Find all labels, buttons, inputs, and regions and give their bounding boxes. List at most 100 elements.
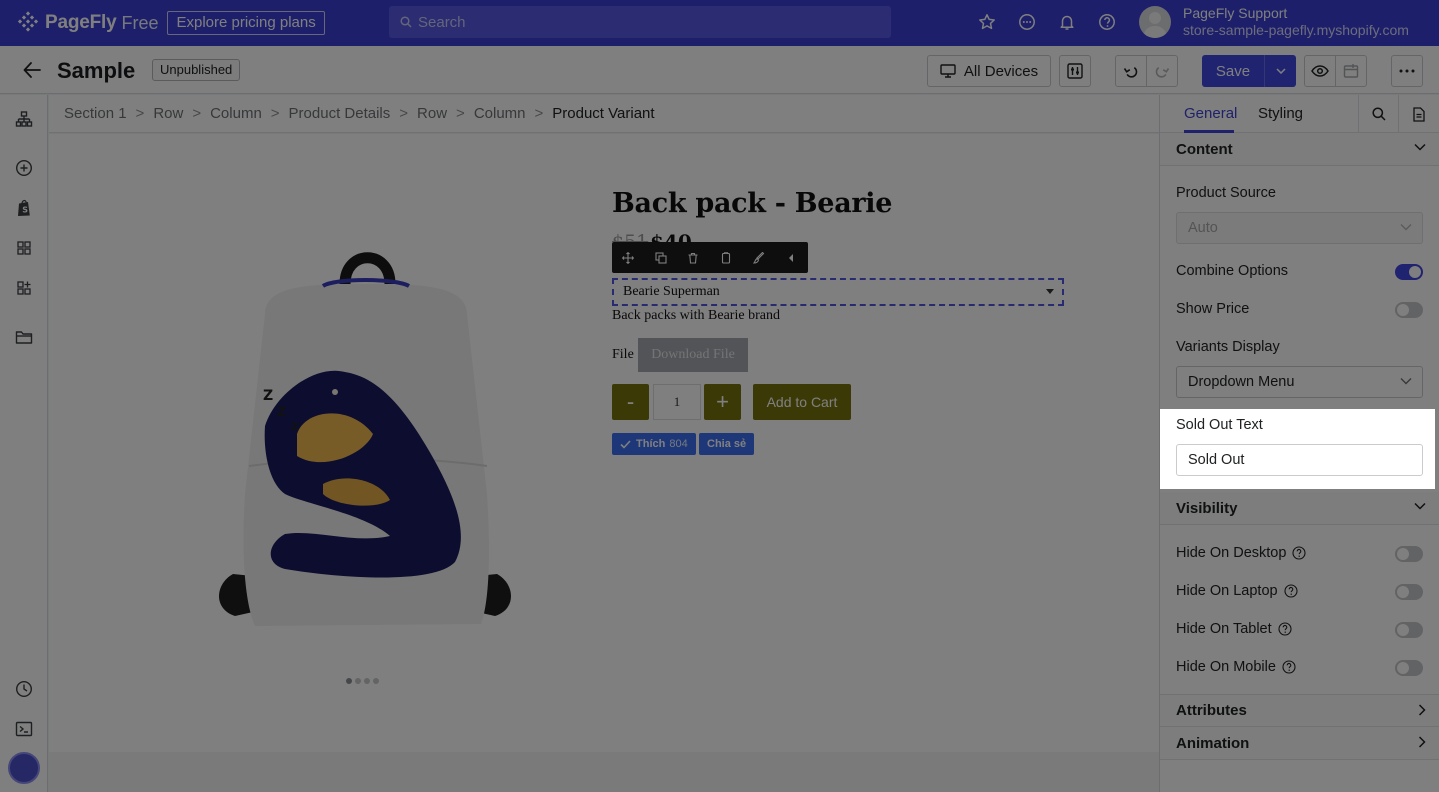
- chat-icon[interactable]: [1016, 11, 1038, 33]
- hide-on-tablet-text: Hide On Tablet: [1176, 621, 1272, 637]
- attributes-heading: Attributes: [1176, 702, 1247, 719]
- image-carousel-dots[interactable]: [346, 678, 379, 684]
- all-devices-button[interactable]: All Devices: [927, 55, 1051, 87]
- delete-icon[interactable]: [677, 242, 710, 273]
- shopify-icon[interactable]: S: [14, 198, 34, 218]
- apps-icon[interactable]: [14, 278, 34, 298]
- breadcrumb-separator: >: [270, 105, 280, 122]
- tab-general[interactable]: General: [1184, 105, 1237, 122]
- sections-grid-icon[interactable]: [14, 238, 34, 258]
- add-to-cart-button[interactable]: Add to Cart: [753, 384, 851, 420]
- publish-button[interactable]: [1335, 55, 1367, 87]
- attributes-section-header[interactable]: Attributes: [1160, 694, 1439, 727]
- breadcrumb-item[interactable]: Section 1: [64, 105, 127, 122]
- like-count: 804: [669, 438, 688, 450]
- breadcrumb-item[interactable]: Row: [153, 105, 183, 122]
- plan-name: Free: [121, 12, 159, 33]
- carousel-dot[interactable]: [346, 678, 352, 684]
- carousel-dot[interactable]: [373, 678, 379, 684]
- animation-section-header[interactable]: Animation: [1160, 727, 1439, 760]
- panel-tabs: General Styling: [1160, 95, 1439, 133]
- product-image[interactable]: Z Z Z: [205, 244, 525, 636]
- terminal-icon[interactable]: [14, 719, 34, 739]
- variants-display-select[interactable]: Dropdown Menu: [1176, 366, 1423, 398]
- search-icon: [1371, 107, 1386, 121]
- hide-on-desktop-label: Hide On Desktop: [1176, 545, 1306, 561]
- user-menu[interactable]: PageFly Support store-sample-pagefly.mys…: [1139, 5, 1409, 39]
- star-icon[interactable]: [976, 11, 998, 33]
- quantity-decrease-button[interactable]: -: [612, 384, 649, 420]
- save-button[interactable]: Save: [1202, 55, 1264, 87]
- help-circle-icon[interactable]: [1278, 622, 1292, 636]
- duplicate-icon[interactable]: [645, 242, 678, 273]
- desktop-icon: [940, 64, 956, 78]
- quantity-input[interactable]: 1: [653, 384, 701, 420]
- account-avatar[interactable]: [8, 752, 40, 784]
- more-options-button[interactable]: [1391, 55, 1423, 87]
- hide-on-laptop-toggle[interactable]: [1395, 584, 1423, 600]
- sliders-icon: [1067, 63, 1083, 79]
- carousel-dot[interactable]: [364, 678, 370, 684]
- bell-icon[interactable]: [1056, 11, 1078, 33]
- product-description[interactable]: Back packs with Bearie brand: [612, 308, 780, 324]
- breadcrumb-item[interactable]: Column: [210, 105, 262, 122]
- history-clock-icon[interactable]: [14, 679, 34, 699]
- explore-pricing-button[interactable]: Explore pricing plans: [167, 11, 325, 35]
- variant-selected: Bearie Superman: [623, 284, 720, 299]
- eye-icon: [1311, 65, 1329, 77]
- chevron-down-icon: [1414, 502, 1426, 510]
- search-placeholder: Search: [418, 13, 466, 31]
- facebook-share-button[interactable]: Chia sẻ: [699, 433, 755, 455]
- copy-icon[interactable]: [710, 242, 743, 273]
- page-title[interactable]: Sample: [57, 58, 135, 84]
- combine-options-toggle[interactable]: [1395, 264, 1423, 280]
- pagefly-logo[interactable]: PageFly Free: [16, 11, 158, 35]
- help-circle-icon[interactable]: [1292, 546, 1306, 560]
- more-horizontal-icon: [1399, 69, 1415, 73]
- folder-icon[interactable]: [14, 327, 34, 347]
- help-circle-icon[interactable]: [1282, 660, 1296, 674]
- facebook-like-button[interactable]: Thích 804: [612, 433, 696, 455]
- collapse-toolbar-icon[interactable]: [775, 242, 808, 273]
- variant-dropdown[interactable]: Bearie Superman: [612, 278, 1064, 306]
- chevron-down-icon: [1400, 224, 1412, 231]
- hide-on-desktop-toggle[interactable]: [1395, 546, 1423, 562]
- add-element-icon[interactable]: [14, 158, 34, 178]
- visibility-heading: Visibility: [1176, 499, 1238, 517]
- page-settings-button[interactable]: [1059, 55, 1091, 87]
- breadcrumb-separator: >: [534, 105, 544, 122]
- help-circle-icon[interactable]: [1284, 584, 1298, 598]
- product-title[interactable]: Back pack - Bearie: [612, 188, 892, 219]
- product-source-label: Product Source: [1176, 185, 1276, 201]
- redo-icon: [1155, 67, 1170, 78]
- page-info-button[interactable]: [1398, 95, 1438, 133]
- breadcrumb-item[interactable]: Column: [474, 105, 526, 122]
- carousel-dot[interactable]: [355, 678, 361, 684]
- breadcrumb-item[interactable]: Row: [417, 105, 447, 122]
- content-section-header[interactable]: Content: [1160, 133, 1439, 166]
- help-icon[interactable]: [1096, 11, 1118, 33]
- redo-button[interactable]: [1146, 55, 1178, 87]
- breadcrumb-item[interactable]: Product Details: [289, 105, 391, 122]
- undo-button[interactable]: [1115, 55, 1147, 87]
- hide-on-mobile-toggle[interactable]: [1395, 660, 1423, 676]
- combine-options-label: Combine Options: [1176, 263, 1289, 279]
- style-brush-icon[interactable]: [742, 242, 775, 273]
- breadcrumb-separator: >: [399, 105, 409, 122]
- download-file-button[interactable]: Download File: [638, 338, 748, 372]
- hide-on-tablet-toggle[interactable]: [1395, 622, 1423, 638]
- search-input[interactable]: Search: [389, 6, 891, 38]
- page-outline-icon[interactable]: [14, 109, 34, 129]
- visibility-section-header[interactable]: Visibility: [1160, 492, 1439, 525]
- quantity-increase-button[interactable]: +: [704, 384, 741, 420]
- move-icon[interactable]: [612, 242, 645, 273]
- tab-styling[interactable]: Styling: [1258, 105, 1303, 122]
- product-source-select: Auto: [1176, 212, 1423, 244]
- search-properties-button[interactable]: [1358, 95, 1398, 133]
- back-arrow-icon[interactable]: [20, 58, 44, 82]
- preview-button[interactable]: [1304, 55, 1336, 87]
- save-options-button[interactable]: [1264, 55, 1296, 87]
- all-devices-label: All Devices: [963, 62, 1039, 80]
- sold-out-text-input[interactable]: Sold Out: [1176, 444, 1423, 476]
- show-price-toggle[interactable]: [1395, 302, 1423, 318]
